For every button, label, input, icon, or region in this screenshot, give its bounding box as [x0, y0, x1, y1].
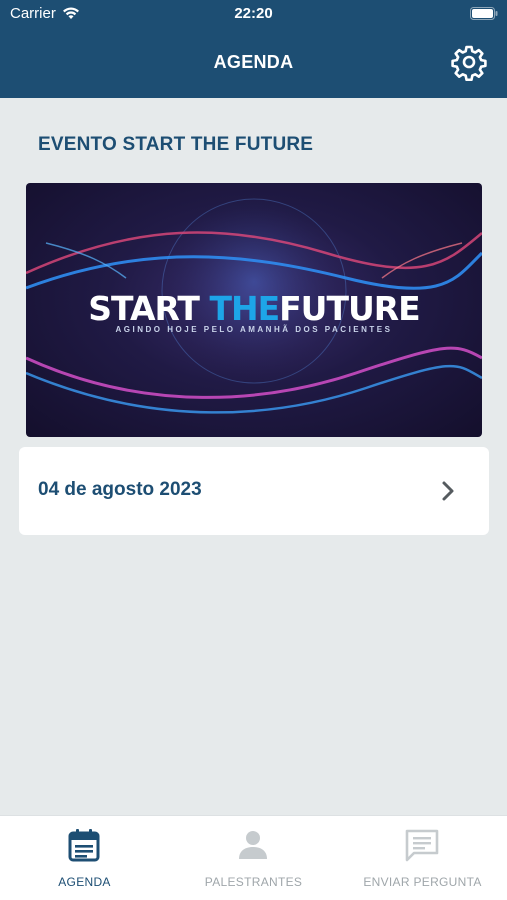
tab-palestrantes[interactable]: PALESTRANTES	[169, 816, 338, 900]
event-date-row[interactable]: 04 de agosto 2023	[19, 447, 489, 535]
status-time: 22:20	[234, 5, 273, 22]
tab-enviar-pergunta-label: ENVIAR PERGUNTA	[363, 875, 482, 889]
battery-icon	[470, 7, 498, 20]
banner-word-start: START	[88, 289, 200, 328]
banner-subtitle: AGINDO HOJE PELO AMANHÃ DOS PACIENTES	[115, 325, 393, 334]
tab-agenda[interactable]: AGENDA	[0, 816, 169, 900]
tab-enviar-pergunta[interactable]: ENVIAR PERGUNTA	[338, 816, 507, 900]
chat-icon	[405, 829, 439, 862]
person-icon	[239, 831, 267, 859]
event-date-label: 04 de agosto 2023	[38, 479, 202, 500]
tab-agenda-label: AGENDA	[58, 875, 111, 889]
banner-word-the: THE	[209, 289, 280, 328]
tab-palestrantes-label: PALESTRANTES	[204, 875, 303, 889]
calendar-icon	[68, 829, 100, 862]
tab-bar: AGENDA PALESTRANTES ENVIAR PERGUNTA	[0, 815, 507, 900]
banner-headline: START THEFUTURE	[26, 289, 482, 328]
app-header: Carrier 22:20 AGENDA	[0, 0, 507, 98]
banner-word-future: FUTURE	[279, 289, 421, 328]
chevron-right-icon	[442, 481, 454, 501]
gear-icon[interactable]	[450, 43, 488, 81]
event-title: EVENTO START THE FUTURE	[38, 134, 314, 155]
status-bar: Carrier 22:20	[0, 0, 507, 28]
page-title: AGENDA	[213, 52, 294, 72]
event-banner[interactable]: START THEFUTURE AGINDO HOJE PELO AMANHÃ …	[26, 183, 482, 437]
